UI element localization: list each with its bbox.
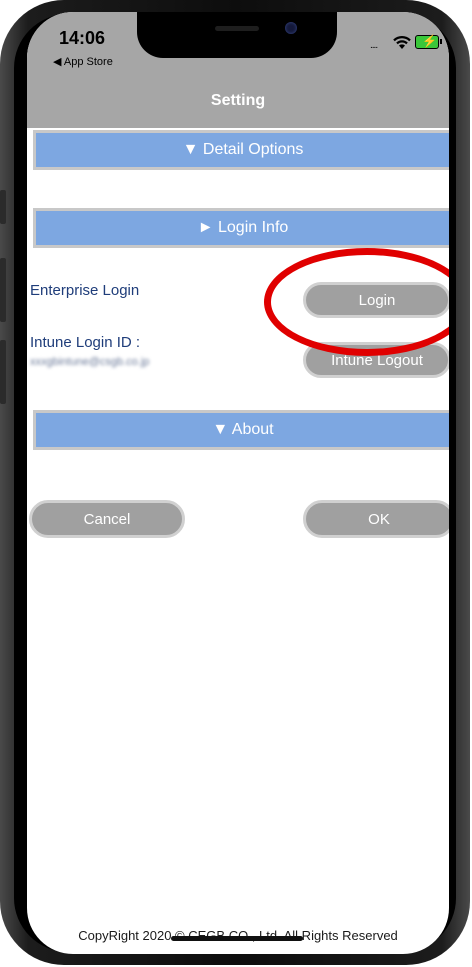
enterprise-login-label: Enterprise Login <box>30 282 140 299</box>
about-header[interactable]: ▼ About <box>33 410 449 450</box>
front-camera-icon <box>285 22 297 34</box>
home-indicator[interactable] <box>171 936 303 941</box>
detail-options-header[interactable]: ▼ Detail Options <box>33 130 449 170</box>
login-info-header[interactable]: ► Login Info <box>33 208 449 248</box>
volume-down-button <box>0 340 6 404</box>
battery-tip <box>440 39 442 44</box>
highlight-circle <box>264 248 449 356</box>
speaker-grille <box>215 26 259 31</box>
status-time: 14:06 <box>59 28 106 48</box>
mute-switch <box>0 190 6 224</box>
wifi-icon <box>393 35 411 49</box>
cancel-button[interactable]: Cancel <box>29 500 185 538</box>
header: 14:06 ◀ App Store .... ⚡ Setting <box>27 12 449 128</box>
app-screen: 14:06 ◀ App Store .... ⚡ Setting ▼ Detai… <box>27 12 449 954</box>
volume-up-button <box>0 258 6 322</box>
page-title: Setting <box>210 92 266 109</box>
signal-icon: .... <box>370 40 378 51</box>
ok-button[interactable]: OK <box>303 500 449 538</box>
status-icons: .... ⚡ <box>370 32 442 52</box>
charging-bolt-icon: ⚡ <box>422 34 437 48</box>
intune-login-id-label: Intune Login ID : <box>30 334 141 351</box>
notch <box>137 12 337 58</box>
back-to-app-store[interactable]: ◀ App Store <box>53 55 113 68</box>
intune-login-id-value: xxxgbintune@csgb.co.jp <box>30 356 150 368</box>
